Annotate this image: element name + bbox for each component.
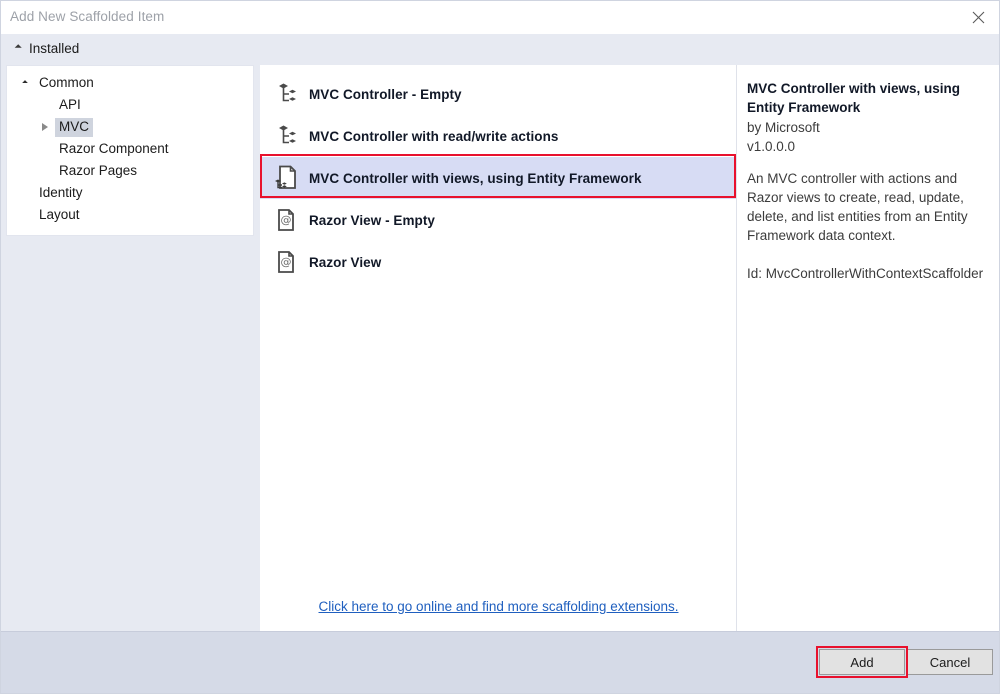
list-item[interactable]: MVC Controller with views, using Entity … — [260, 157, 736, 199]
triangle-right-icon[interactable] — [35, 123, 55, 131]
sidebar-item-label: MVC — [55, 117, 93, 137]
sidebar-item-identity[interactable]: Identity — [7, 182, 253, 204]
list-item-label: Razor View — [309, 254, 382, 270]
installed-band: Installed — [1, 34, 999, 65]
scaffold-list: MVC Controller - Empty MVC Controller wi… — [260, 65, 737, 631]
svg-text:@: @ — [281, 256, 292, 269]
sidebar-item-mvc[interactable]: MVC — [7, 116, 253, 138]
list-item[interactable]: @ Razor View — [260, 241, 736, 283]
list-item[interactable]: @ Razor View - Empty — [260, 199, 736, 241]
list-item[interactable]: MVC Controller with read/write actions — [260, 115, 736, 157]
triangle-down-icon[interactable] — [15, 80, 35, 86]
category-tree: Common API MVC Razor Component Razor Pag… — [6, 65, 254, 236]
sidebar-item-razor-component[interactable]: Razor Component — [7, 138, 253, 160]
triangle-down-icon — [14, 44, 22, 52]
sidebar-item-label: Layout — [39, 206, 80, 222]
add-scaffolded-item-dialog: Add New Scaffolded Item Installed Common… — [0, 0, 1000, 694]
sidebar-item-layout[interactable]: Layout — [7, 204, 253, 226]
sidebar: Common API MVC Razor Component Razor Pag… — [1, 65, 260, 631]
list-item[interactable]: MVC Controller - Empty — [260, 73, 736, 115]
sidebar-item-label: Identity — [39, 184, 83, 200]
details-description: An MVC controller with actions and Razor… — [747, 171, 968, 243]
list-item-label: MVC Controller with views, using Entity … — [309, 170, 642, 186]
sidebar-item-api[interactable]: API — [7, 94, 253, 116]
installed-label: Installed — [29, 41, 80, 56]
sidebar-item-label: API — [59, 96, 81, 112]
sidebar-item-label: Razor Component — [59, 140, 169, 156]
page-at-symbol-icon: @ — [273, 249, 309, 275]
sidebar-item-razor-pages[interactable]: Razor Pages — [7, 160, 253, 182]
details-panel: MVC Controller with views, using Entity … — [737, 65, 999, 631]
add-button[interactable]: Add — [819, 649, 905, 675]
details-title: MVC Controller with views, using Entity … — [747, 81, 961, 115]
svg-text:@: @ — [281, 214, 292, 227]
extensions-link-row: Click here to go online and find more sc… — [260, 599, 737, 614]
dialog-footer: Add Cancel — [1, 631, 999, 693]
controller-nodes-icon — [273, 123, 309, 149]
close-icon[interactable] — [955, 1, 999, 34]
list-item-label: Razor View - Empty — [309, 212, 435, 228]
details-version: v1.0.0.0 — [747, 139, 796, 154]
sidebar-item-common[interactable]: Common — [7, 72, 253, 94]
cancel-button[interactable]: Cancel — [907, 649, 993, 675]
page-at-symbol-icon: @ — [273, 207, 309, 233]
controller-nodes-icon — [273, 81, 309, 107]
installed-header[interactable]: Installed — [14, 41, 80, 56]
list-item-label: MVC Controller - Empty — [309, 86, 462, 102]
details-id: Id: MvcControllerWithContextScaffolder — [747, 266, 984, 281]
sidebar-item-label: Razor Pages — [59, 162, 138, 178]
page-with-controller-nodes-icon — [273, 164, 309, 192]
list-item-label: MVC Controller with read/write actions — [309, 128, 559, 144]
sidebar-item-label: Common — [39, 74, 94, 90]
title-bar: Add New Scaffolded Item — [1, 1, 999, 34]
dialog-title: Add New Scaffolded Item — [10, 9, 165, 24]
scaffolding-extensions-link[interactable]: Click here to go online and find more sc… — [319, 599, 679, 614]
details-author: by Microsoft — [747, 120, 820, 135]
